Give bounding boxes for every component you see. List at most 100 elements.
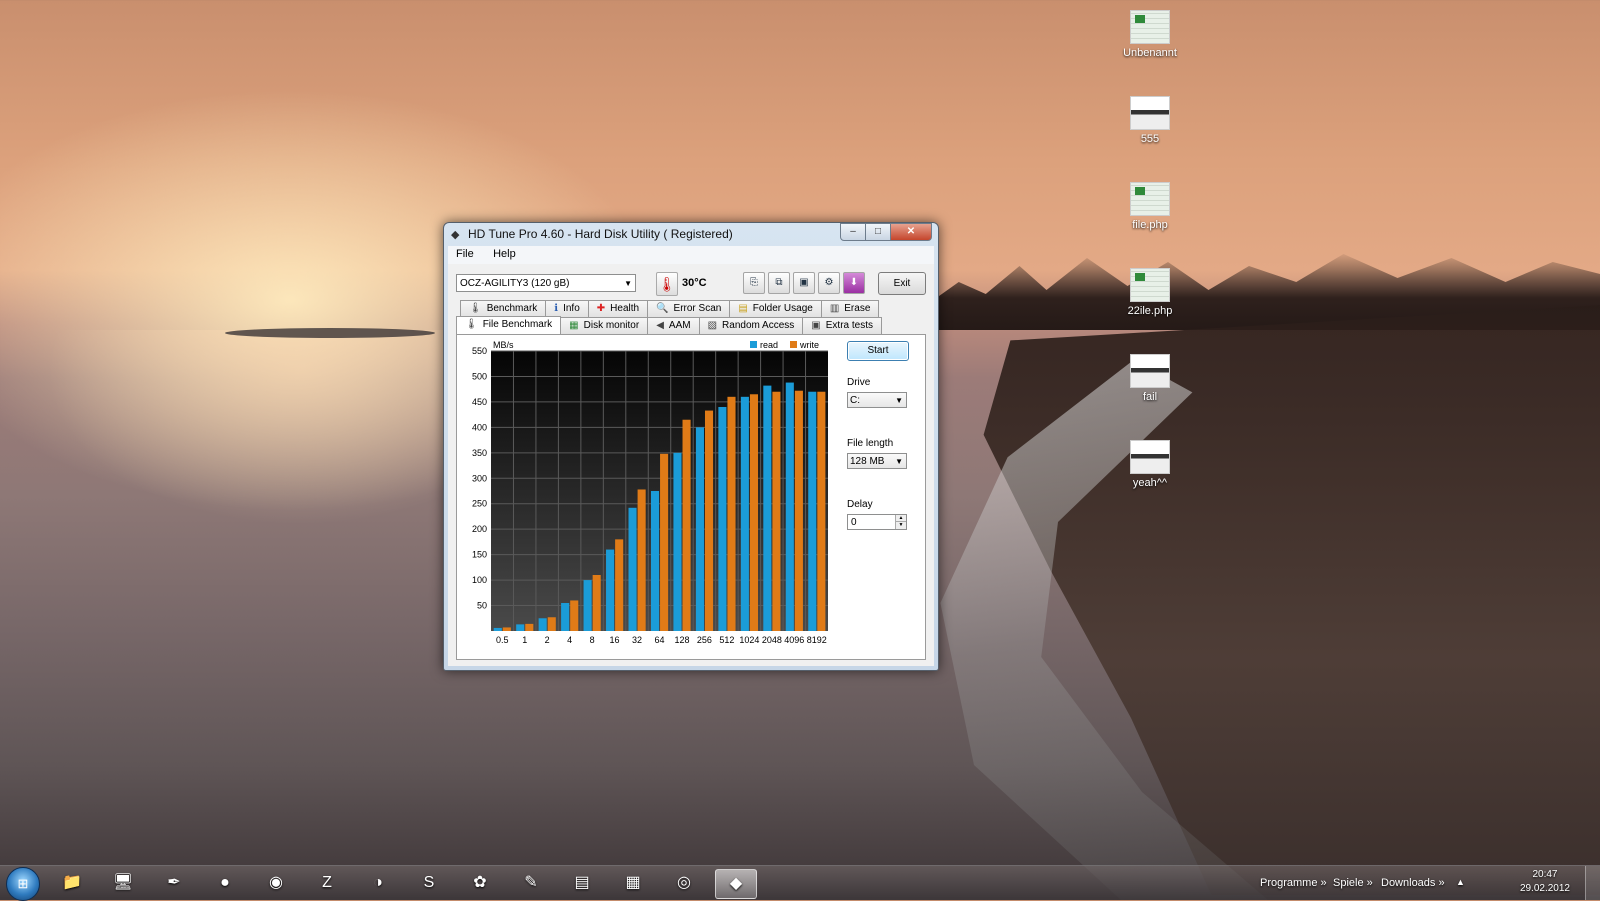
tab-erase[interactable]: ▥ Erase bbox=[820, 300, 880, 317]
chevron-down-icon: ▼ bbox=[895, 457, 903, 466]
y-tick-label: 350 bbox=[472, 448, 487, 458]
desktop-icon[interactable]: yeah^^ bbox=[1110, 440, 1190, 489]
delay-input[interactable]: 0 ▲ ▼ bbox=[847, 514, 907, 530]
toolbar-programme[interactable]: Programme » bbox=[1260, 877, 1327, 889]
tab-info[interactable]: ℹ Info bbox=[545, 300, 589, 317]
legend-swatch bbox=[750, 341, 757, 348]
title-bar[interactable]: ◆ HD Tune Pro 4.60 - Hard Disk Utility (… bbox=[444, 223, 938, 245]
x-tick-label: 64 bbox=[654, 635, 664, 645]
bar-write bbox=[749, 394, 759, 631]
toolbar-spiele[interactable]: Spiele » bbox=[1333, 877, 1373, 889]
file-length-label: File length bbox=[847, 438, 894, 449]
tab-disk-monitor[interactable]: ▦ Disk monitor bbox=[560, 317, 649, 334]
spreadsheet-file-icon bbox=[1130, 182, 1170, 216]
bar-write bbox=[817, 391, 826, 631]
desktop-icon[interactable]: Unbenannt bbox=[1110, 10, 1190, 59]
picasa-icon[interactable]: ✿ bbox=[460, 869, 500, 897]
tab-benchmark[interactable]: 🌡 Benchmark bbox=[460, 300, 547, 317]
image-file-icon bbox=[1130, 96, 1170, 130]
bar-write bbox=[592, 575, 601, 631]
app-icon: ◆ bbox=[451, 229, 460, 241]
drive-select[interactable]: OCZ-AGILITY3 (120 gB) ▼ bbox=[456, 274, 636, 292]
file-length-select[interactable]: 128 MB ▼ bbox=[847, 453, 907, 469]
tab-label: Error Scan bbox=[673, 303, 722, 314]
y-tick-label: 50 bbox=[477, 601, 487, 611]
bar-read bbox=[740, 396, 749, 631]
show-desktop-button[interactable] bbox=[1585, 866, 1600, 900]
start-button[interactable]: Start bbox=[847, 341, 909, 361]
tray-expand-icon[interactable]: ▲ bbox=[1456, 877, 1465, 887]
skype-icon[interactable]: S bbox=[409, 869, 449, 897]
clock[interactable]: 20:47 29.02.2012 bbox=[1520, 868, 1570, 896]
y-axis-label: MB/s bbox=[493, 340, 514, 350]
hdtune-window[interactable]: ◆ HD Tune Pro 4.60 - Hard Disk Utility (… bbox=[443, 222, 939, 671]
desktop-icon-label: Unbenannt bbox=[1123, 47, 1177, 59]
explorer-icon[interactable]: 📁 bbox=[52, 869, 92, 897]
menu-file[interactable]: File bbox=[448, 246, 482, 260]
tab-error-scan[interactable]: 🔍 Error Scan bbox=[647, 300, 731, 317]
tab-label: Folder Usage bbox=[752, 303, 813, 314]
file-length-value: 128 MB bbox=[850, 456, 885, 467]
download-icon[interactable]: ⬇ bbox=[843, 272, 865, 294]
start-button-orb[interactable]: ⊞ bbox=[6, 867, 40, 901]
maximize-button[interactable]: □ bbox=[865, 223, 891, 241]
tab-label: Extra tests bbox=[825, 320, 873, 331]
options-icon[interactable]: ⚙ bbox=[818, 272, 840, 294]
tab-label: Disk monitor bbox=[583, 320, 640, 331]
x-tick-label: 0.5 bbox=[496, 635, 509, 645]
desktop-icon[interactable]: file.php bbox=[1110, 182, 1190, 231]
x-tick-label: 256 bbox=[697, 635, 712, 645]
y-tick-label: 100 bbox=[472, 575, 487, 585]
desktop-icon[interactable]: fail bbox=[1110, 354, 1190, 403]
control-panel-icon[interactable]: 🖥 bbox=[103, 869, 143, 897]
cd-burner-icon[interactable]: ◎ bbox=[664, 869, 704, 897]
legend-label: write bbox=[799, 340, 819, 350]
tab-strip: 🌡 Benchmark ℹ Info ✚ Health 🔍 Error Scan ▤ Folder… bbox=[456, 300, 926, 335]
firefox-icon[interactable]: ◉ bbox=[256, 869, 296, 897]
desktop-icon-label: yeah^^ bbox=[1132, 477, 1168, 489]
bar-write bbox=[682, 419, 691, 631]
y-tick-label: 400 bbox=[472, 422, 487, 432]
tab-folder-usage[interactable]: ▤ Folder Usage bbox=[729, 300, 822, 317]
tab-extra-tests[interactable]: ▣ Extra tests bbox=[802, 317, 882, 334]
x-tick-label: 4 bbox=[567, 635, 572, 645]
delay-label: Delay bbox=[847, 499, 873, 510]
desktop-icon[interactable]: 22ile.php bbox=[1110, 268, 1190, 317]
paint-icon[interactable]: ✎ bbox=[511, 869, 551, 897]
temperature-readout: 30°C bbox=[682, 277, 707, 289]
menu-bar: File Help bbox=[448, 246, 934, 265]
menu-help[interactable]: Help bbox=[485, 246, 524, 260]
legend-label: read bbox=[760, 340, 778, 350]
error-scan-icon: 🔍 bbox=[656, 303, 669, 314]
minimize-button[interactable]: – bbox=[840, 223, 866, 241]
save-icon[interactable]: ▣ bbox=[793, 272, 815, 294]
exit-button[interactable]: Exit bbox=[878, 272, 926, 295]
tab-health[interactable]: ✚ Health bbox=[587, 300, 649, 317]
y-tick-label: 450 bbox=[472, 397, 487, 407]
thunderbird-icon[interactable]: ◑ bbox=[358, 869, 398, 897]
drive-letter-select[interactable]: C: ▼ bbox=[847, 392, 907, 408]
copy-all-icon[interactable]: ⧉ bbox=[768, 272, 790, 294]
hdtune-icon[interactable]: ◆ bbox=[715, 869, 757, 899]
desktop-icon[interactable]: 555 bbox=[1110, 96, 1190, 145]
tab-aam[interactable]: ◀ AAM bbox=[647, 317, 700, 334]
inkscape-icon[interactable]: ✒ bbox=[154, 869, 194, 897]
toolbar-downloads[interactable]: Downloads » bbox=[1381, 877, 1445, 889]
y-tick-label: 550 bbox=[472, 346, 487, 356]
tab-random-access[interactable]: ▧ Random Access bbox=[698, 317, 804, 334]
file-benchmark-panel: 50 100 150 200 250 300 350 400 450 500 550 0.5 1 2 4 8 1… bbox=[456, 334, 926, 660]
filezilla-icon[interactable]: Z bbox=[307, 869, 347, 897]
y-tick-label: 200 bbox=[472, 524, 487, 534]
copy-icon[interactable]: ⎘ bbox=[743, 272, 765, 294]
benchmark-controls: Start Drive C: ▼ File length 128 MB ▼ De… bbox=[847, 341, 917, 530]
legend-swatch bbox=[790, 341, 797, 348]
erase-icon: ▥ bbox=[829, 303, 840, 314]
ccleaner-icon[interactable]: ● bbox=[205, 869, 245, 897]
tab-file-benchmark[interactable]: 🌡 File Benchmark bbox=[456, 316, 562, 335]
spin-down-icon[interactable]: ▼ bbox=[895, 521, 906, 529]
extra-tests-icon: ▣ bbox=[811, 320, 821, 331]
close-button[interactable]: ✕ bbox=[890, 223, 932, 241]
video-editor-icon[interactable]: ▦ bbox=[613, 869, 653, 897]
clock-time: 20:47 bbox=[1532, 869, 1558, 880]
winrar-icon[interactable]: ▤ bbox=[562, 869, 602, 897]
